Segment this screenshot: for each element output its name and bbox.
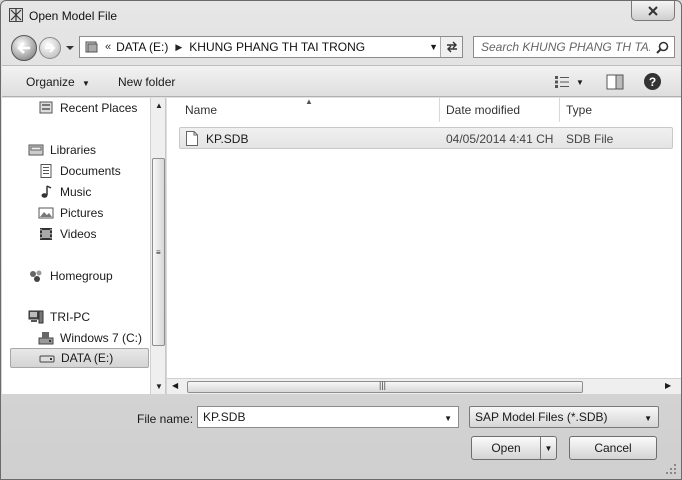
arrow-right-icon [45, 43, 56, 53]
scroll-down-icon[interactable]: ▼ [155, 382, 163, 391]
organize-label: Organize [26, 75, 75, 89]
search-box[interactable]: Search KHUNG PHANG TH TA... [473, 36, 675, 58]
scroll-grip-icon: ||| [379, 380, 387, 390]
horizontal-scrollbar[interactable]: ◀ ||| ▶ [167, 378, 681, 394]
nav-item-label: Windows 7 (C:) [60, 331, 143, 345]
scroll-grip-icon: ≡ [156, 248, 161, 257]
nav-item-label: DATA (E:) [61, 351, 114, 365]
nav-item-documents[interactable]: Documents [38, 161, 121, 181]
nav-item-label: Pictures [60, 206, 104, 220]
nav-item-recent-places[interactable]: Recent Places [38, 98, 137, 118]
nav-item-drive-c[interactable]: Windows 7 (C:) [38, 328, 142, 348]
drive-icon [39, 355, 55, 363]
resize-grip-icon[interactable] [665, 463, 677, 475]
file-name: KP.SDB [206, 132, 249, 146]
file-row[interactable]: KP.SDB 04/05/2014 4:41 CH SDB File [179, 127, 673, 149]
open-file-dialog: Open Model File « DATA (E:) ▶ KHUNG PHAN… [0, 0, 682, 480]
refresh-icon [446, 41, 457, 53]
history-dropdown-icon[interactable] [65, 43, 75, 53]
open-button[interactable]: Open ▼ [471, 436, 557, 460]
nav-item-computer[interactable]: TRI-PC [28, 307, 90, 327]
file-type-value: SAP Model Files (*.SDB) [475, 410, 608, 424]
window-title: Open Model File [29, 9, 118, 23]
close-button[interactable] [631, 1, 675, 21]
organize-menu[interactable]: Organize ▼ [26, 75, 90, 89]
file-icon [186, 131, 198, 146]
title-bar: Open Model File [1, 1, 681, 31]
refresh-button[interactable] [440, 37, 462, 57]
recent-places-icon [39, 101, 53, 114]
address-bar[interactable]: « DATA (E:) ▶ KHUNG PHANG TH TAI TRONG ▼ [79, 36, 463, 58]
column-divider[interactable] [559, 98, 560, 122]
nav-item-label: Music [60, 185, 92, 199]
file-name-label: File name: [137, 412, 194, 426]
file-name-input[interactable]: KP.SDB ▼ [197, 406, 459, 428]
file-type-dropdown-icon: ▼ [644, 414, 652, 423]
nav-item-videos[interactable]: Videos [38, 224, 96, 244]
drive-c-icon [38, 332, 54, 345]
nav-item-drive-e[interactable]: DATA (E:) [10, 348, 149, 368]
help-button[interactable]: ? [644, 73, 661, 90]
chevron-down-icon: ▼ [82, 79, 90, 88]
views-dropdown-icon: ▼ [576, 77, 584, 87]
arrow-left-icon [17, 42, 30, 54]
nav-item-pictures[interactable]: Pictures [38, 203, 103, 223]
nav-item-libraries[interactable]: Libraries [28, 140, 96, 160]
forward-button[interactable] [39, 37, 61, 59]
folder-icon [85, 41, 98, 53]
cancel-button[interactable]: Cancel [569, 436, 657, 460]
address-segment-folder[interactable]: KHUNG PHANG TH TAI TRONG [189, 40, 365, 54]
scroll-right-icon[interactable]: ▶ [665, 381, 671, 390]
change-view-button[interactable]: ▼ [554, 74, 586, 90]
open-options-dropdown-icon[interactable]: ▼ [540, 437, 556, 459]
back-button[interactable] [11, 35, 37, 61]
nav-item-label: Homegroup [50, 269, 113, 283]
file-type-select[interactable]: SAP Model Files (*.SDB) ▼ [469, 406, 659, 428]
new-folder-button[interactable]: New folder [118, 75, 175, 89]
preview-pane-icon[interactable] [606, 74, 624, 90]
close-icon [648, 5, 658, 16]
nav-item-music[interactable]: Music [38, 182, 91, 202]
libraries-icon [28, 144, 44, 156]
address-segment-drive[interactable]: DATA (E:) [116, 40, 168, 54]
scroll-left-icon[interactable]: ◀ [172, 381, 178, 390]
chevron-right-icon[interactable]: ▶ [175, 42, 182, 53]
nav-item-homegroup[interactable]: Homegroup [28, 266, 113, 286]
column-divider[interactable] [439, 98, 440, 122]
search-input[interactable]: Search KHUNG PHANG TH TA... [474, 40, 650, 54]
documents-icon [40, 164, 52, 178]
command-toolbar: Organize ▼ New folder ▼ ? [2, 65, 681, 97]
scroll-up-icon[interactable]: ▲ [155, 101, 163, 110]
music-icon [41, 185, 52, 198]
address-overflow[interactable]: « [105, 41, 111, 53]
sort-ascending-icon: ▲ [305, 97, 313, 106]
pictures-icon [38, 207, 54, 219]
nav-vertical-scrollbar[interactable]: ▲ ≡ ▼ [150, 98, 165, 394]
address-dropdown-icon[interactable]: ▼ [429, 42, 438, 52]
nav-item-label: Documents [60, 164, 121, 178]
file-list-pane: ▲ Name Date modified Type KP.SDB 04/05/2… [167, 97, 681, 394]
column-header-date[interactable]: Date modified [446, 98, 520, 122]
column-header-name[interactable]: Name [185, 98, 217, 122]
view-details-icon [555, 76, 569, 88]
videos-icon [40, 228, 52, 240]
open-label: Open [491, 441, 521, 455]
file-name-value: KP.SDB [203, 410, 246, 424]
app-icon [9, 8, 23, 22]
nav-item-label: Libraries [50, 143, 97, 157]
search-icon[interactable] [656, 41, 669, 54]
file-date: 04/05/2014 4:41 CH [446, 132, 554, 146]
nav-item-label: TRI-PC [50, 310, 90, 324]
computer-icon [28, 310, 44, 324]
column-header-type[interactable]: Type [566, 98, 592, 122]
navigation-pane: Recent Places Libraries Documents Music [2, 98, 166, 394]
file-type: SDB File [566, 132, 614, 146]
homegroup-icon [30, 270, 42, 282]
file-name-dropdown-icon[interactable]: ▼ [444, 414, 452, 423]
nav-item-label: Recent Places [60, 101, 138, 115]
nav-item-label: Videos [60, 227, 97, 241]
